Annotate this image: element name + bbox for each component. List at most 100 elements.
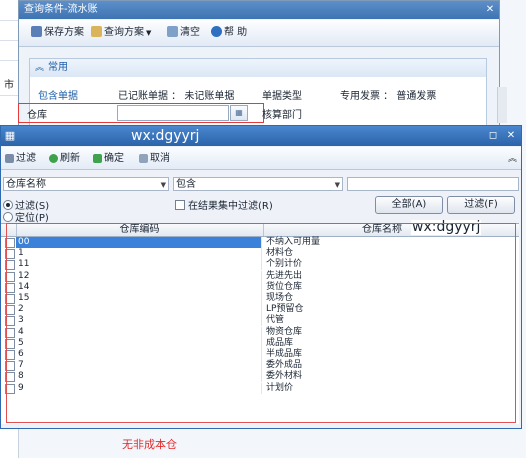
funnel-icon	[5, 154, 14, 163]
table-row[interactable]: 7 委外成品	[1, 360, 501, 372]
dialog-title-bar: ▦ wx:dgyyrj ◻ ✕	[1, 126, 521, 146]
table-row[interactable]: 9 计划价	[1, 382, 501, 394]
header-watermark: wx:dgyyrj	[411, 219, 482, 235]
include-docs-label[interactable]: 包含单据	[38, 87, 78, 102]
row-checkbox[interactable]	[5, 260, 15, 271]
reference-picker-icon[interactable]: ▦	[230, 105, 248, 121]
cancel-button[interactable]: 取消	[139, 152, 170, 165]
warehouse-name-cell: 个别计价	[266, 259, 303, 270]
row-checkbox[interactable]	[5, 327, 15, 338]
chevron-down-icon: ▼	[146, 29, 152, 37]
help-button[interactable]: 帮 助	[211, 26, 247, 40]
row-checkbox[interactable]	[5, 305, 15, 316]
restore-icon[interactable]: ◻	[487, 130, 499, 142]
row-checkbox[interactable]	[5, 316, 15, 327]
table-row[interactable]: 3 代管	[1, 315, 501, 327]
warehouse-code-cell: 11	[16, 259, 262, 271]
row-checkbox[interactable]	[5, 238, 15, 248]
warehouse-input[interactable]	[117, 105, 229, 121]
warehouse-name-cell: 计划价	[266, 382, 294, 393]
table-row[interactable]: 2 LP预留仓	[1, 304, 501, 316]
row-checkbox[interactable]	[5, 271, 15, 282]
doc-type-label: 单据类型	[262, 91, 302, 102]
row-checkbox[interactable]	[5, 383, 15, 394]
warehouse-code-cell: 9	[16, 382, 262, 394]
refresh-button[interactable]: 刷新	[49, 152, 80, 165]
refresh-icon	[49, 154, 58, 163]
check-icon	[93, 154, 102, 163]
ok-button[interactable]: 确定	[93, 152, 124, 165]
warehouse-name-cell: 半成品库	[266, 349, 303, 359]
show-all-button[interactable]: 全部(A)	[375, 196, 443, 214]
warehouse-name-cell: LP预留仓	[266, 304, 304, 315]
dialog-toolbar: 过滤 刷新 确定 取消 ︽	[1, 147, 521, 170]
column-header-code[interactable]: 仓库编码	[16, 224, 264, 236]
radio-icon	[3, 212, 13, 222]
warehouse-code-cell: 15	[16, 293, 262, 304]
checkbox-icon	[175, 200, 185, 210]
collapse-chevron-icon: ︽	[35, 63, 45, 73]
filter-operator-select[interactable]: 包含 ▼	[173, 177, 343, 191]
row-checkbox[interactable]	[5, 338, 15, 349]
warehouse-name-cell: 委外材料	[266, 371, 303, 382]
row-checkbox[interactable]	[5, 249, 15, 260]
filter-value-input[interactable]	[347, 177, 519, 191]
warehouse-code-cell: 14	[16, 281, 262, 293]
filter-field-select[interactable]: 仓库名称 ▼	[3, 177, 169, 191]
warehouse-code-cell: 1	[16, 248, 262, 260]
close-icon[interactable]: ✕	[505, 130, 517, 142]
table-row[interactable]: 12 先进先出	[1, 270, 501, 282]
table-row[interactable]: 4 物资仓库	[1, 326, 501, 338]
dialog-title: wx:dgyyrj	[131, 128, 200, 144]
warehouse-code-cell: 5	[16, 337, 262, 349]
warehouse-label: 仓库	[27, 110, 47, 121]
row-checkbox[interactable]	[5, 350, 15, 360]
common-section-header[interactable]: ︽ 常用	[30, 59, 486, 77]
row-checkbox[interactable]	[5, 361, 15, 372]
warehouse-name-cell: 货位仓库	[266, 281, 303, 292]
background-text: 市	[4, 80, 14, 91]
row-checkbox[interactable]	[5, 372, 15, 383]
header-select-cell	[1, 224, 17, 236]
warehouse-code-cell: 6	[16, 349, 262, 360]
folder-icon	[91, 26, 102, 37]
query-window-title: 查询条件-流水账	[19, 1, 499, 19]
warehouse-code-cell: 8	[16, 371, 262, 383]
filter-button[interactable]: 过滤	[5, 152, 36, 165]
warehouse-field-row: 仓库 ▦	[18, 103, 264, 123]
warehouse-code-cell: 3	[16, 315, 262, 327]
in-result-filter-checkbox[interactable]: 在结果集中过滤(R)	[175, 197, 273, 212]
warehouse-code-cell: 4	[16, 326, 262, 338]
warehouse-code-cell: 12	[16, 270, 262, 282]
table-row[interactable]: 00 不纳入可用量	[1, 237, 501, 248]
warehouse-code-cell: 00	[16, 237, 262, 248]
warehouse-name-cell: 物资仓库	[266, 326, 303, 337]
close-icon[interactable]: ✕	[483, 3, 497, 16]
locate-mode-radio[interactable]: 定位(P)	[3, 209, 49, 224]
table-row[interactable]: 8 委外材料	[1, 371, 501, 383]
scrollbar[interactable]	[497, 87, 507, 123]
table-row[interactable]: 15 现场仓	[1, 293, 501, 304]
row-checkbox[interactable]	[5, 294, 15, 304]
table-row[interactable]: 6 半成品库	[1, 349, 501, 360]
save-scheme-button[interactable]: 保存方案	[31, 26, 84, 40]
table-row[interactable]: 14 货位仓库	[1, 281, 501, 293]
table-row[interactable]: 11 个别计价	[1, 259, 501, 271]
query-window-toolbar: 保存方案 查询方案 ▼ 清空 帮 助	[19, 20, 499, 47]
account-dept-label: 核算部门	[262, 110, 302, 121]
help-icon	[211, 26, 222, 37]
table-row[interactable]: 5 成品库	[1, 337, 501, 349]
warehouse-name-cell: 代管	[266, 315, 285, 326]
query-scheme-button[interactable]: 查询方案 ▼	[91, 26, 151, 40]
collapse-icon[interactable]: ︽	[508, 151, 517, 164]
clear-icon	[167, 26, 178, 37]
chevron-down-icon: ▼	[334, 181, 340, 189]
annotation-note: 无非成本仓	[122, 438, 177, 451]
table-row[interactable]: 1 材料仓	[1, 248, 501, 260]
warehouse-grid: 仓库编码 仓库名称 wx:dgyyrj 00 不纳入可用量 1 材料仓 11 个别计价 12…	[1, 219, 519, 424]
row-checkbox[interactable]	[5, 282, 15, 293]
warehouse-name-cell: 不纳入可用量	[266, 237, 321, 247]
app-icon: ▦	[4, 129, 16, 142]
apply-filter-button[interactable]: 过滤(F)	[447, 196, 515, 214]
clear-button[interactable]: 清空	[167, 26, 200, 40]
